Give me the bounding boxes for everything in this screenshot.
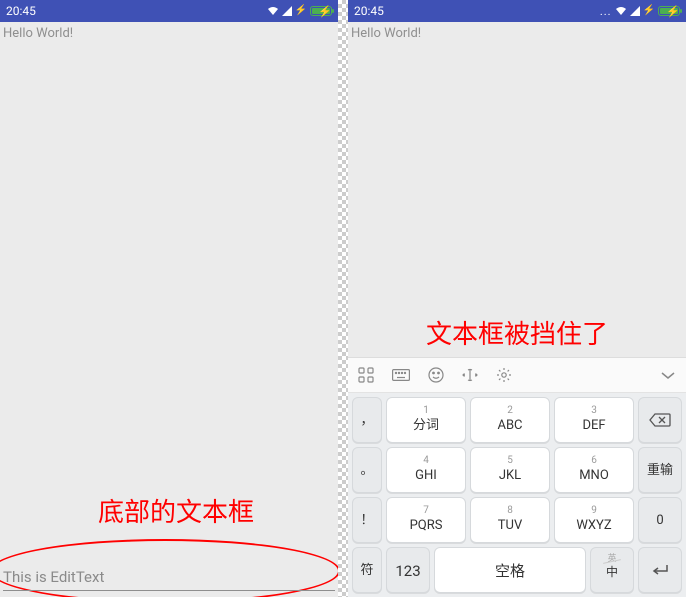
key-lang[interactable]: 英中 (590, 547, 634, 593)
key-。[interactable]: 。 (352, 447, 382, 493)
keyboard-toolbar (348, 357, 686, 393)
key-JKL[interactable]: 5JKL (470, 447, 550, 493)
hello-text: Hello World! (348, 22, 686, 41)
key-ABC[interactable]: 2ABC (470, 397, 550, 443)
screens-divider (338, 0, 348, 597)
edittext-field[interactable]: This is EditText (3, 568, 335, 591)
signal-icon (282, 6, 292, 16)
annotation-right: 文本框被挡住了 (426, 314, 608, 351)
key-MNO[interactable]: 6MNO (554, 447, 634, 493)
charge-icon: ⚡ (643, 6, 655, 16)
charge-icon: ⚡ (295, 6, 307, 16)
wifi-icon (615, 6, 627, 16)
status-time: 20:45 (6, 4, 36, 18)
status-bar: 20:45 ⚡ ⚡ (0, 0, 338, 22)
key-123[interactable]: 123 (386, 547, 430, 593)
status-icons: ⚡ ⚡ (267, 6, 332, 16)
battery-icon: ⚡ (658, 6, 680, 16)
key-symbols[interactable]: 符 (352, 547, 382, 593)
settings-icon[interactable] (496, 367, 512, 383)
key-GHI[interactable]: 4GHI (386, 447, 466, 493)
phone-screen-right: 20:45 ... ⚡ ⚡ Hello World! 文本框被挡住了 (348, 0, 686, 597)
ime-keyboard: ，1分词2ABC3DEF 。4GHI5JKL6MNO重输 ！7PQRS8TUV9WX… (348, 357, 686, 597)
annotation-left: 底部的文本框 (98, 492, 254, 529)
emoji-icon[interactable] (428, 367, 444, 383)
apps-icon[interactable] (358, 367, 374, 383)
key-WXYZ[interactable]: 9WXYZ (554, 497, 634, 543)
key-，[interactable]: ， (352, 397, 382, 443)
key-！[interactable]: ！ (352, 497, 382, 543)
key-0[interactable]: 0 (638, 497, 682, 543)
keyboard-keys: ，1分词2ABC3DEF 。4GHI5JKL6MNO重输 ！7PQRS8TUV9WX… (348, 393, 686, 597)
wifi-icon (267, 6, 279, 16)
hello-text: Hello World! (0, 22, 338, 41)
signal-icon (630, 6, 640, 16)
key-分词[interactable]: 1分词 (386, 397, 466, 443)
keyboard-layout-icon[interactable] (392, 369, 410, 381)
status-icons: ... ⚡ ⚡ (600, 6, 680, 17)
cursor-icon[interactable] (462, 367, 478, 383)
dots-icon: ... (600, 6, 612, 17)
key-TUV[interactable]: 8TUV (470, 497, 550, 543)
key-backspace[interactable] (638, 397, 682, 443)
key-DEF[interactable]: 3DEF (554, 397, 634, 443)
phone-screen-left: 20:45 ⚡ ⚡ Hello World! 底部的文本框 This is Ed… (0, 0, 338, 597)
key-PQRS[interactable]: 7PQRS (386, 497, 466, 543)
status-bar: 20:45 ... ⚡ ⚡ (348, 0, 686, 22)
battery-icon: ⚡ (310, 6, 332, 16)
key-重输[interactable]: 重输 (638, 447, 682, 493)
key-space[interactable]: 空格 (434, 547, 586, 593)
key-enter[interactable] (638, 547, 682, 593)
collapse-keyboard-icon[interactable] (660, 370, 676, 380)
status-time: 20:45 (354, 4, 384, 18)
